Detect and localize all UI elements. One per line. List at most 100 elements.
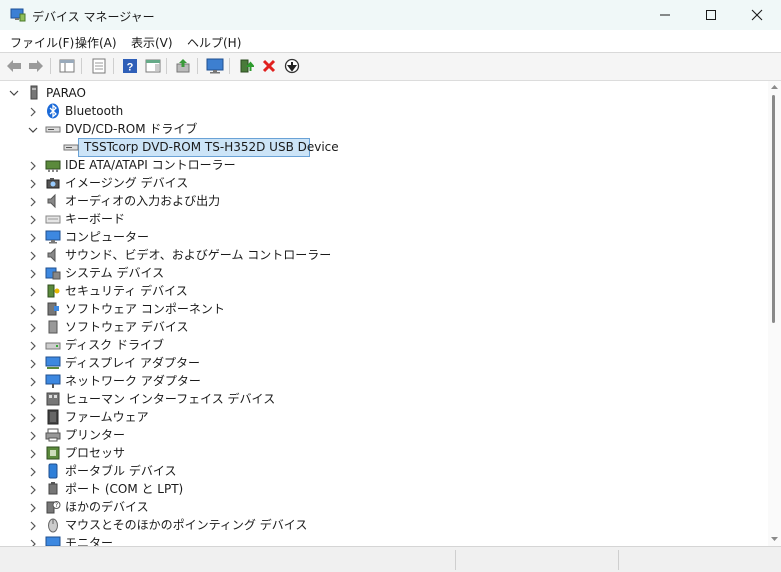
tree-item-label: Bluetooth — [65, 104, 124, 118]
chevron-right-icon[interactable] — [28, 233, 38, 243]
chevron-right-icon[interactable] — [28, 215, 38, 225]
security-device-icon — [47, 284, 60, 298]
firmware-icon — [47, 409, 59, 425]
disk-drive-icon — [45, 342, 61, 350]
scan-hardware-button[interactable] — [206, 57, 224, 75]
status-divider — [618, 550, 619, 570]
toolbar-separator — [197, 58, 198, 74]
scrollbar-thumb[interactable] — [772, 95, 775, 323]
properties-icon — [92, 58, 106, 74]
chevron-right-icon[interactable] — [28, 539, 38, 546]
port-icon — [48, 482, 58, 495]
tree-item-label: システム デバイス — [65, 266, 165, 280]
hid-icon — [46, 392, 60, 406]
menu-help[interactable]: ヘルプ(H) — [187, 34, 241, 51]
update-driver-button[interactable] — [174, 57, 192, 75]
help-button[interactable]: ? — [121, 57, 139, 75]
menu-view[interactable]: 表示(V) — [131, 34, 173, 51]
back-button[interactable] — [5, 57, 23, 75]
maximize-button[interactable] — [688, 0, 734, 30]
monitor-icon — [45, 536, 61, 546]
menu-file[interactable]: ファイル(F) — [10, 34, 74, 51]
chevron-right-icon[interactable] — [28, 179, 38, 189]
portable-device-icon — [48, 463, 58, 479]
chevron-right-icon[interactable] — [28, 431, 38, 441]
optical-drive-icon — [45, 126, 61, 133]
help-icon: ? — [123, 59, 137, 74]
tree-item-label: オーディオの入力および出力 — [65, 194, 221, 208]
chevron-right-icon[interactable] — [28, 413, 38, 423]
close-icon — [751, 9, 763, 21]
minimize-button[interactable] — [642, 0, 688, 30]
tree-item-label: ソフトウェア デバイス — [65, 320, 189, 334]
chevron-right-icon[interactable] — [28, 269, 38, 279]
chevron-down-icon[interactable] — [28, 125, 38, 135]
tree-item-label: ソフトウェア コンポーネント — [65, 302, 225, 316]
title-bar: デバイス マネージャー — [0, 0, 781, 30]
tree-item-label: イメージング デバイス — [65, 176, 189, 190]
menu-action[interactable]: 操作(A) — [75, 34, 117, 51]
toolbar-separator — [166, 58, 167, 74]
disable-device-button[interactable] — [283, 57, 301, 75]
chevron-right-icon[interactable] — [28, 503, 38, 513]
show-hide-console-tree-button[interactable] — [58, 57, 76, 75]
chevron-right-icon[interactable] — [28, 107, 38, 117]
enable-device-button[interactable] — [237, 57, 255, 75]
software-component-icon — [47, 302, 59, 316]
chevron-right-icon[interactable] — [28, 251, 38, 261]
device-tree: PARAO Bluetooth DVD/CD-ROM ドライブ TSSTcorp… — [0, 81, 768, 546]
disable-down-arrow-icon — [284, 58, 300, 74]
chevron-right-icon[interactable] — [28, 287, 38, 297]
action-pane-icon — [145, 59, 161, 73]
back-arrow-icon — [7, 60, 21, 72]
status-bar — [0, 546, 781, 572]
mouse-icon — [48, 518, 58, 533]
properties-button[interactable] — [90, 57, 108, 75]
minimize-icon — [660, 14, 670, 16]
chevron-right-icon[interactable] — [28, 467, 38, 477]
console-tree-icon — [59, 59, 75, 73]
enable-device-icon — [240, 59, 254, 73]
close-button[interactable] — [734, 0, 780, 30]
chevron-right-icon[interactable] — [28, 449, 38, 459]
svg-text:?: ? — [127, 62, 134, 74]
chevron-right-icon[interactable] — [28, 161, 38, 171]
imaging-device-icon — [46, 178, 60, 189]
tree-item-label: プリンター — [65, 428, 126, 442]
delete-x-icon — [262, 59, 276, 73]
action-pane-button[interactable] — [144, 57, 162, 75]
status-divider — [455, 550, 456, 570]
chevron-down-icon[interactable] — [9, 88, 19, 98]
tree-item-label: マウスとそのほかのポインティング デバイス — [65, 518, 308, 532]
keyboard-icon — [45, 215, 61, 224]
network-adapter-icon — [45, 374, 61, 388]
uninstall-device-button[interactable] — [260, 57, 278, 75]
toolbar-separator — [50, 58, 51, 74]
toolbar-separator — [229, 58, 230, 74]
chevron-right-icon[interactable] — [28, 377, 38, 387]
vertical-scrollbar[interactable] — [768, 81, 781, 546]
printer-icon — [45, 428, 61, 442]
update-driver-icon — [176, 59, 190, 73]
scroll-down-icon[interactable] — [771, 536, 778, 542]
maximize-icon — [706, 10, 716, 20]
chevron-right-icon[interactable] — [28, 359, 38, 369]
tree-item-label: ネットワーク アダプター — [65, 374, 201, 388]
menu-bar: ファイル(F) 操作(A) 表示(V) ヘルプ(H) — [0, 30, 781, 52]
chevron-right-icon[interactable] — [28, 341, 38, 351]
scan-hardware-icon — [206, 58, 224, 74]
svg-text:?: ? — [55, 502, 58, 509]
chevron-right-icon[interactable] — [28, 395, 38, 405]
tree-item-label: プロセッサ — [65, 446, 126, 460]
chevron-right-icon[interactable] — [28, 521, 38, 531]
chevron-right-icon[interactable] — [28, 323, 38, 333]
chevron-right-icon[interactable] — [28, 197, 38, 207]
speaker-icon — [47, 193, 56, 209]
tree-item-label: モニター — [65, 536, 114, 546]
forward-arrow-icon — [29, 60, 43, 72]
scroll-up-icon[interactable] — [771, 84, 778, 90]
chevron-right-icon[interactable] — [28, 305, 38, 315]
chevron-right-icon[interactable] — [28, 485, 38, 495]
forward-button[interactable] — [27, 57, 45, 75]
window-title: デバイス マネージャー — [32, 10, 155, 24]
